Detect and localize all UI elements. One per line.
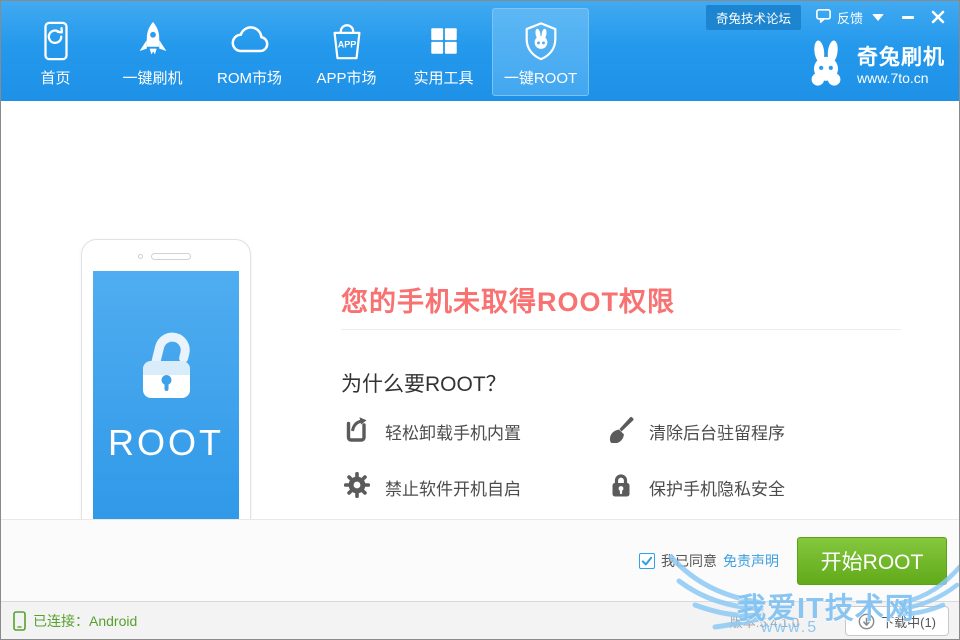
- main-content: ROOT 您的手机未取得ROOT权限 为什么要ROOT？ 轻松卸载手机内置: [1, 101, 960, 519]
- status-bar: 已连接：Android 版本:5.4.1.0 下载中(1): [1, 601, 960, 640]
- rabbit-logo-icon: [803, 39, 849, 94]
- feature-label: 轻松卸载手机内置: [385, 419, 521, 444]
- tab-label: 一键刷机: [122, 67, 182, 88]
- minimize-icon: [902, 16, 914, 19]
- tab-home[interactable]: 首页: [7, 8, 104, 96]
- phone-speaker: [151, 253, 191, 260]
- phone-screen: ROOT: [93, 271, 239, 532]
- tab-label: 首页: [40, 67, 70, 88]
- unlocked-padlock-icon: [124, 323, 208, 412]
- tab-rom-market[interactable]: ROM市场: [201, 8, 298, 96]
- close-button[interactable]: [923, 6, 953, 28]
- phone-camera-dot: [138, 254, 143, 259]
- screen-root-label: ROOT: [108, 422, 224, 464]
- download-icon: [858, 613, 875, 630]
- connection-text: 已连接：Android: [33, 611, 137, 631]
- feature-label: 保护手机隐私安全: [649, 475, 785, 500]
- clean-brush-icon: [607, 415, 635, 448]
- tab-root[interactable]: 一键ROOT: [492, 8, 589, 96]
- tab-label: 实用工具: [413, 67, 473, 88]
- main-nav: 首页 一键刷机 ROM市场 APP APP市场: [7, 8, 589, 96]
- feature-privacy: 保护手机隐私安全: [607, 471, 895, 503]
- app-window: 首页 一键刷机 ROM市场 APP APP市场: [0, 0, 960, 640]
- home-refresh-icon: [35, 17, 77, 65]
- rocket-icon: [132, 17, 174, 65]
- close-icon: [931, 10, 945, 24]
- agree-label: 我已同意: [661, 551, 717, 571]
- tab-label: 一键ROOT: [504, 67, 577, 88]
- tab-flash[interactable]: 一键刷机: [104, 8, 201, 96]
- feature-autostart: 禁止软件开机自启: [343, 471, 607, 503]
- version-text: 版本:5.4.1.0: [730, 612, 799, 631]
- tab-app-market[interactable]: APP APP市场: [298, 8, 395, 96]
- chevron-down-icon: [872, 14, 884, 21]
- feature-list: 轻松卸载手机内置 清除后台驻留程序 禁止软件开机自启 保护手机隐私安全: [343, 415, 895, 503]
- speech-bubble-icon: [815, 7, 832, 27]
- titlebar-controls: 奇兔技术论坛 反馈: [706, 6, 953, 28]
- title-divider: [341, 329, 901, 330]
- feature-uninstall: 轻松卸载手机内置: [343, 415, 607, 447]
- shield-rabbit-icon: [520, 17, 562, 65]
- header: 首页 一键刷机 ROM市场 APP APP市场: [1, 1, 960, 101]
- why-root-heading: 为什么要ROOT？: [341, 368, 507, 398]
- feature-label: 清除后台驻留程序: [649, 419, 785, 444]
- agreement-group: 我已同意 免责声明: [639, 551, 779, 571]
- connected-phone-icon: [13, 611, 26, 631]
- gear-icon: [343, 471, 371, 504]
- feature-clean: 清除后台驻留程序: [607, 415, 895, 447]
- feedback-label: 反馈: [837, 8, 863, 27]
- agree-checkbox[interactable]: [639, 553, 655, 569]
- lock-icon: [607, 471, 635, 504]
- page-title: 您的手机未取得ROOT权限: [341, 280, 675, 319]
- download-button[interactable]: 下载中(1): [845, 606, 949, 636]
- disclaimer-link[interactable]: 免责声明: [723, 551, 779, 571]
- brand-logo: 奇兔刷机 www.7to.cn: [803, 39, 945, 94]
- uninstall-icon: [343, 415, 371, 448]
- brand-site: www.7to.cn: [857, 70, 945, 87]
- connection-status: 已连接：Android: [13, 611, 137, 631]
- tab-tools[interactable]: 实用工具: [395, 8, 492, 96]
- svg-text:APP: APP: [337, 40, 356, 50]
- tab-label: APP市场: [316, 67, 376, 88]
- grid-icon: [424, 17, 464, 65]
- cloud-icon: [228, 17, 272, 65]
- menu-caret-button[interactable]: [863, 6, 893, 28]
- download-label: 下载中(1): [881, 612, 936, 631]
- start-root-button[interactable]: 开始ROOT: [797, 537, 947, 585]
- tab-label: ROM市场: [217, 67, 282, 88]
- brand-text: 奇兔刷机 www.7to.cn: [857, 46, 945, 87]
- action-bar: 我已同意 免责声明 开始ROOT: [1, 519, 960, 601]
- brand-name: 奇兔刷机: [857, 46, 945, 70]
- status-right: 版本:5.4.1.0 下载中(1): [730, 606, 949, 636]
- app-bag-icon: APP: [326, 17, 368, 65]
- minimize-button[interactable]: [893, 6, 923, 28]
- forum-button[interactable]: 奇兔技术论坛: [706, 5, 801, 30]
- check-icon: [641, 555, 653, 567]
- feedback-button[interactable]: 反馈: [815, 7, 863, 27]
- feature-label: 禁止软件开机自启: [385, 475, 521, 500]
